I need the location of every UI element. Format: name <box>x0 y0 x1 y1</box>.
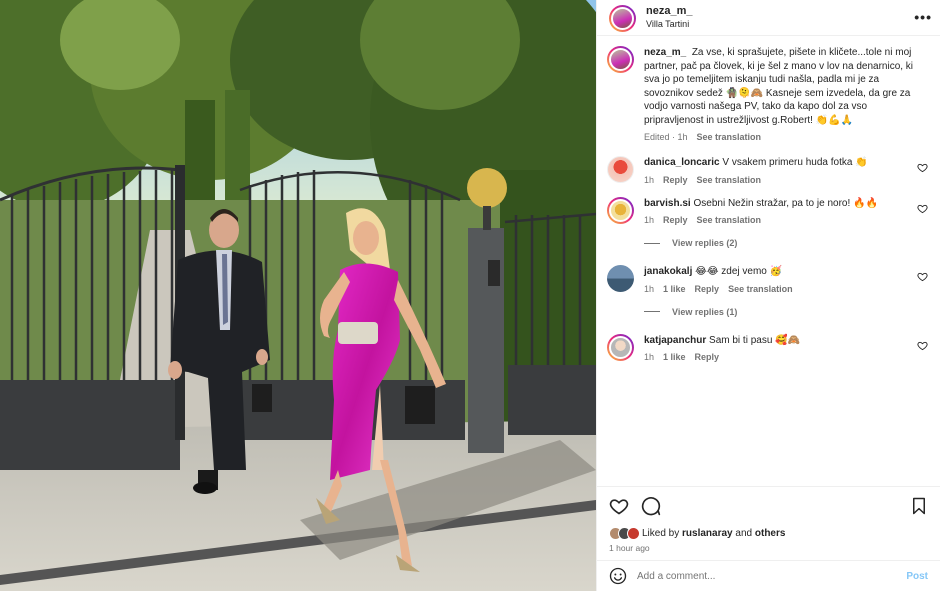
see-translation-button[interactable]: See translation <box>728 284 793 294</box>
post-header: neza_m_ Villa Tartini ••• <box>597 0 940 36</box>
caption-content: Za vse, ki sprašujete, pišete in kličete… <box>644 47 914 126</box>
caption-meta: Edited · 1h See translation <box>644 132 928 142</box>
comment-time: 1h <box>644 174 655 185</box>
author-info: neza_m_ Villa Tartini <box>646 5 692 31</box>
emoji-icon[interactable] <box>609 567 627 585</box>
likes-summary[interactable]: Liked by ruslanaray and others <box>597 524 940 543</box>
see-translation-button[interactable]: See translation <box>697 175 762 185</box>
comment-text: katjapanchur Sam bi ti pasu 🥰🙈 <box>644 334 928 348</box>
add-comment-bar: Post <box>597 560 940 591</box>
comment-text: barvish.si Osebni Nežin stražar, pa to j… <box>644 197 928 211</box>
comment-like-heart-icon[interactable] <box>917 271 928 282</box>
post-actions-bar <box>597 486 940 524</box>
commenter-avatar[interactable] <box>607 196 634 224</box>
instagram-post-view: neza_m_ Villa Tartini ••• neza_m_ Za vse… <box>0 0 940 591</box>
liker-avatars <box>609 527 640 540</box>
caption-see-translation[interactable]: See translation <box>697 132 762 142</box>
comment-content: V vsakem primeru huda fotka 👏 <box>722 157 868 168</box>
more-options-icon[interactable]: ••• <box>914 9 932 25</box>
reply-button[interactable]: Reply <box>695 352 720 362</box>
author-username[interactable]: neza_m_ <box>646 5 692 18</box>
comment-like-heart-icon[interactable] <box>917 340 928 351</box>
comment-likes-count[interactable]: 1 like <box>663 352 686 362</box>
comment-time: 1h <box>644 215 655 225</box>
post-comment-button[interactable]: Post <box>906 571 928 582</box>
liked-by-others[interactable]: others <box>755 528 786 539</box>
caption: neza_m_ Za vse, ki sprašujete, pišete in… <box>607 46 928 142</box>
comment-username[interactable]: janakokalj <box>644 266 692 277</box>
heart-icon[interactable] <box>609 496 629 516</box>
comment-username[interactable]: katjapanchur <box>644 335 706 346</box>
view-replies-label: View replies (1) <box>672 306 738 317</box>
comment-item: danica_loncaric V vsakem primeru huda fo… <box>607 156 928 185</box>
comment-meta: 1h 1 like Reply See translation <box>644 284 928 294</box>
comment-text: danica_loncaric V vsakem primeru huda fo… <box>644 156 928 170</box>
comments-list[interactable]: neza_m_ Za vse, ki sprašujete, pišete in… <box>597 36 940 486</box>
comment-content: Osebni Nežin stražar, pa to je noro! 🔥🔥 <box>693 197 878 209</box>
comment-meta: 1h Reply See translation <box>644 175 928 185</box>
post-photo[interactable] <box>0 0 596 591</box>
comment-time: 1h <box>644 283 655 294</box>
comment-text: janakokalj 😂😂 zdej vemo 🥳 <box>644 265 928 279</box>
reply-button[interactable]: Reply <box>663 215 688 225</box>
post-side-panel: neza_m_ Villa Tartini ••• neza_m_ Za vse… <box>596 0 940 591</box>
comment-item: janakokalj 😂😂 zdej vemo 🥳 1h 1 like Repl… <box>607 265 928 294</box>
comment-content: 😂😂 zdej vemo 🥳 <box>695 266 783 277</box>
comment-meta: 1h Reply See translation <box>644 215 928 225</box>
comment-body: danica_loncaric V vsakem primeru huda fo… <box>644 156 928 185</box>
comment-item: barvish.si Osebni Nežin stražar, pa to j… <box>607 196 928 226</box>
comment-like-heart-icon[interactable] <box>917 162 928 173</box>
photo-illustration <box>0 0 596 591</box>
comment-meta: 1h 1 like Reply <box>644 352 928 362</box>
comment-like-heart-icon[interactable] <box>917 203 928 214</box>
see-translation-button[interactable]: See translation <box>697 215 762 225</box>
commenter-avatar[interactable] <box>607 333 634 361</box>
reply-button[interactable]: Reply <box>695 284 720 294</box>
comment-body: janakokalj 😂😂 zdej vemo 🥳 1h 1 like Repl… <box>644 265 928 294</box>
bookmark-icon[interactable] <box>910 497 928 515</box>
liked-by-user[interactable]: ruslanaray <box>682 528 733 539</box>
liked-by-prefix: Liked by <box>642 528 680 539</box>
comment-icon[interactable] <box>641 496 661 516</box>
comment-likes-count[interactable]: 1 like <box>663 284 686 294</box>
comment-body: katjapanchur Sam bi ti pasu 🥰🙈 1h 1 like… <box>644 334 928 363</box>
comment-username[interactable]: barvish.si <box>644 198 691 209</box>
liked-by-and: and <box>735 528 753 539</box>
comment-time: 1h <box>644 352 655 362</box>
comment-content: Sam bi ti pasu 🥰🙈 <box>709 334 801 346</box>
view-replies-line <box>644 242 660 244</box>
view-replies-line <box>644 311 660 312</box>
comment-username[interactable]: danica_loncaric <box>644 157 720 168</box>
add-comment-input[interactable] <box>637 570 907 582</box>
author-avatar[interactable] <box>609 5 636 32</box>
commenter-avatar[interactable] <box>607 156 634 183</box>
comment-item: katjapanchur Sam bi ti pasu 🥰🙈 1h 1 like… <box>607 333 928 363</box>
liker-avatar <box>627 527 640 540</box>
caption-time: Edited · 1h <box>644 132 688 142</box>
post-time-ago: 1 hour ago <box>609 543 650 553</box>
post-location[interactable]: Villa Tartini <box>646 18 692 31</box>
caption-text: neza_m_ Za vse, ki sprašujete, pišete in… <box>644 46 928 127</box>
commenter-avatar[interactable] <box>607 265 634 292</box>
comment-body: barvish.si Osebni Nežin stražar, pa to j… <box>644 197 928 226</box>
view-replies-label: View replies (2) <box>672 238 738 248</box>
caption-avatar[interactable] <box>607 46 634 73</box>
reply-button[interactable]: Reply <box>663 175 688 185</box>
caption-username[interactable]: neza_m_ <box>644 47 686 58</box>
caption-body: neza_m_ Za vse, ki sprašujete, pišete in… <box>644 46 928 142</box>
view-replies-button[interactable]: View replies (1) <box>644 307 928 317</box>
view-replies-button[interactable]: View replies (2) <box>644 238 928 248</box>
